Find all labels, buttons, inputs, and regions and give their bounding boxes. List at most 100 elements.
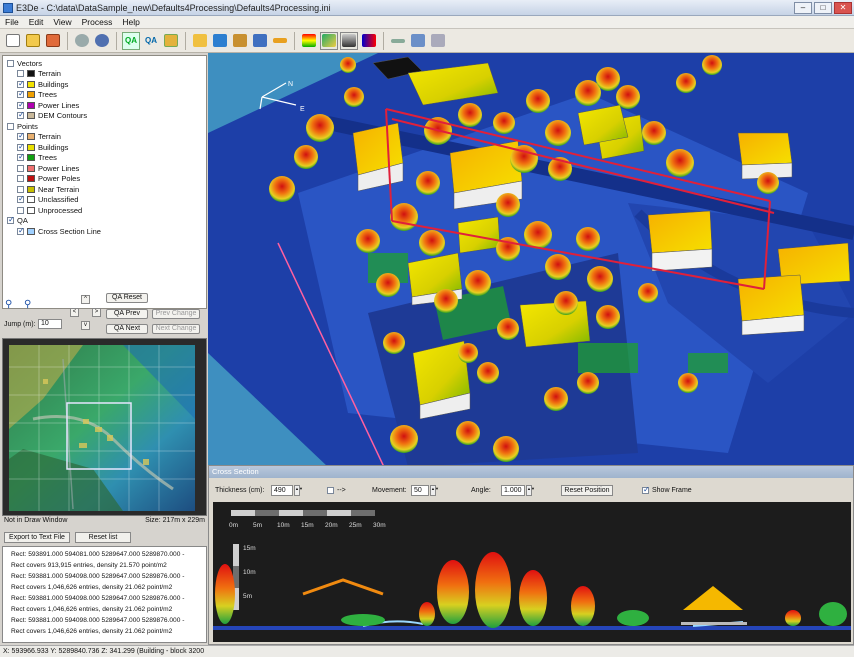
image-icon[interactable] — [211, 32, 229, 50]
layer-label: Buildings — [38, 79, 69, 89]
3d-point-cloud-view[interactable]: N E — [208, 53, 854, 467]
layer-checkbox[interactable] — [17, 79, 25, 88]
qa-prev-button[interactable]: QA Prev — [106, 309, 148, 319]
layer-checkbox[interactable] — [17, 70, 24, 78]
toolbar: QA QA — [0, 29, 854, 53]
layer-checkbox[interactable] — [17, 226, 25, 235]
camera-icon[interactable] — [93, 32, 111, 50]
layer-checkbox[interactable] — [17, 206, 24, 214]
layer-row[interactable]: Buildings — [7, 142, 206, 153]
maximize-button[interactable]: □ — [814, 2, 832, 14]
pan-left-arrow[interactable]: < — [70, 308, 79, 317]
profile-view-icon[interactable] — [340, 31, 358, 50]
layer-checkbox[interactable] — [17, 185, 24, 193]
pan-right-arrow[interactable]: > — [92, 308, 101, 317]
scale-label: 10m — [277, 522, 290, 529]
reset-position-button[interactable]: Reset Position — [561, 485, 613, 496]
layer-row[interactable]: Power Lines — [7, 163, 206, 174]
building-icon[interactable] — [251, 32, 269, 50]
layer-checkbox[interactable] — [17, 194, 25, 204]
layer-checkbox[interactable] — [17, 100, 25, 109]
open-image-icon[interactable] — [44, 32, 62, 50]
angle-spinner[interactable]: ▲▼ — [526, 485, 535, 496]
layer-row[interactable]: Trees — [7, 89, 206, 101]
cross-section-plot[interactable]: 0m 5m 10m 15m 20m 25m 30m 15m 10m 5m — [213, 502, 851, 642]
export-icon[interactable] — [409, 32, 427, 50]
layer-row[interactable]: Terrain — [7, 69, 206, 80]
menu-file[interactable]: File — [0, 17, 24, 27]
open-folder-icon[interactable] — [24, 32, 42, 50]
new-file-icon[interactable] — [4, 32, 22, 50]
overview-map[interactable] — [2, 338, 207, 516]
movement-spinner[interactable]: ▲▼ — [430, 485, 439, 496]
layer-row[interactable]: Power Lines — [7, 100, 206, 111]
layer-row[interactable]: Unclassified — [7, 194, 206, 206]
cube-icon[interactable] — [162, 32, 180, 50]
measure-icon[interactable] — [389, 32, 407, 50]
settings-icon[interactable] — [73, 32, 91, 50]
layer-row[interactable]: DEM Contours — [7, 110, 206, 122]
color-swatch — [27, 227, 35, 235]
menu-process[interactable]: Process — [77, 17, 118, 27]
layer-row[interactable]: Cross Section Line — [7, 226, 206, 237]
print-icon[interactable] — [429, 32, 447, 50]
movement-label: Movement: — [372, 487, 407, 494]
tree-icon[interactable] — [231, 32, 249, 50]
vectors-checkbox[interactable] — [7, 59, 14, 67]
layer-checkbox[interactable] — [17, 142, 25, 151]
color-swatch — [27, 133, 35, 141]
thickness-spinner[interactable]: ▲▼ — [294, 485, 303, 496]
zoom-out-icon[interactable]: ⚲ — [24, 299, 31, 310]
reset-list-button[interactable]: Reset list — [75, 532, 131, 543]
pan-up-arrow[interactable]: ^ — [81, 295, 90, 304]
movement-input[interactable]: 50 — [411, 485, 429, 496]
color-classify-icon[interactable] — [300, 32, 318, 50]
menu-edit[interactable]: Edit — [24, 17, 49, 27]
line-icon[interactable] — [271, 32, 289, 50]
scale-label: 25m — [349, 522, 362, 529]
pan-down-arrow[interactable]: v — [81, 321, 90, 330]
next-change-button[interactable]: Next Change — [152, 324, 200, 334]
overview-size: Size: 217m x 229m — [145, 517, 205, 524]
rect-log-list[interactable]: Rect: 593891.000 594081.000 5289647.000 … — [2, 546, 207, 643]
layer-row[interactable]: Near Terrain — [7, 184, 206, 195]
show-frame-checkbox[interactable] — [642, 485, 650, 494]
color-swatch — [27, 185, 35, 193]
layer-checkbox[interactable] — [17, 110, 25, 120]
thickness-input[interactable]: 490 — [271, 485, 293, 496]
qa-checkbox[interactable] — [7, 215, 15, 225]
list-item: Rect covers 913,915 entries, density 21.… — [11, 562, 167, 569]
prev-change-button[interactable]: Prev Change — [152, 309, 200, 319]
minimize-button[interactable]: – — [794, 2, 812, 14]
layer-row[interactable]: Unprocessed — [7, 205, 206, 216]
menu-help[interactable]: Help — [117, 17, 144, 27]
terrain-view-icon[interactable] — [320, 31, 338, 50]
qa-next-button[interactable]: QA Next — [106, 324, 148, 334]
layer-checkbox[interactable] — [17, 89, 25, 99]
raster-icon[interactable] — [191, 32, 209, 50]
direction-checkbox[interactable] — [327, 487, 334, 494]
thickness-label: Thickness (cm): — [215, 487, 265, 494]
color-swatch — [27, 175, 35, 183]
points-checkbox[interactable] — [7, 122, 14, 130]
layer-row[interactable]: Buildings — [7, 79, 206, 90]
layer-checkbox[interactable] — [17, 164, 24, 172]
qa-next-icon[interactable]: QA — [142, 32, 160, 50]
layer-checkbox[interactable] — [17, 152, 25, 162]
layer-label: Power Poles — [38, 174, 81, 184]
layer-checkbox[interactable] — [17, 131, 25, 141]
qa-reset-button[interactable]: QA Reset — [106, 293, 148, 303]
horizontal-scale-bar — [231, 510, 375, 516]
export-text-button[interactable]: Export to Text File — [4, 532, 70, 543]
qa-mode-icon[interactable]: QA — [122, 31, 140, 50]
layer-checkbox[interactable] — [17, 175, 24, 183]
zoom-in-icon[interactable]: ⚲ — [5, 299, 12, 310]
angle-input[interactable]: 1.000 — [501, 485, 525, 496]
menu-view[interactable]: View — [48, 17, 76, 27]
layer-row[interactable]: Trees — [7, 152, 206, 164]
close-button[interactable]: ✕ — [834, 2, 852, 14]
layer-row[interactable]: Terrain — [7, 131, 206, 143]
heatmap-icon[interactable] — [360, 32, 378, 50]
layer-row[interactable]: Power Poles — [7, 174, 206, 185]
jump-input[interactable]: 10 — [38, 319, 62, 329]
